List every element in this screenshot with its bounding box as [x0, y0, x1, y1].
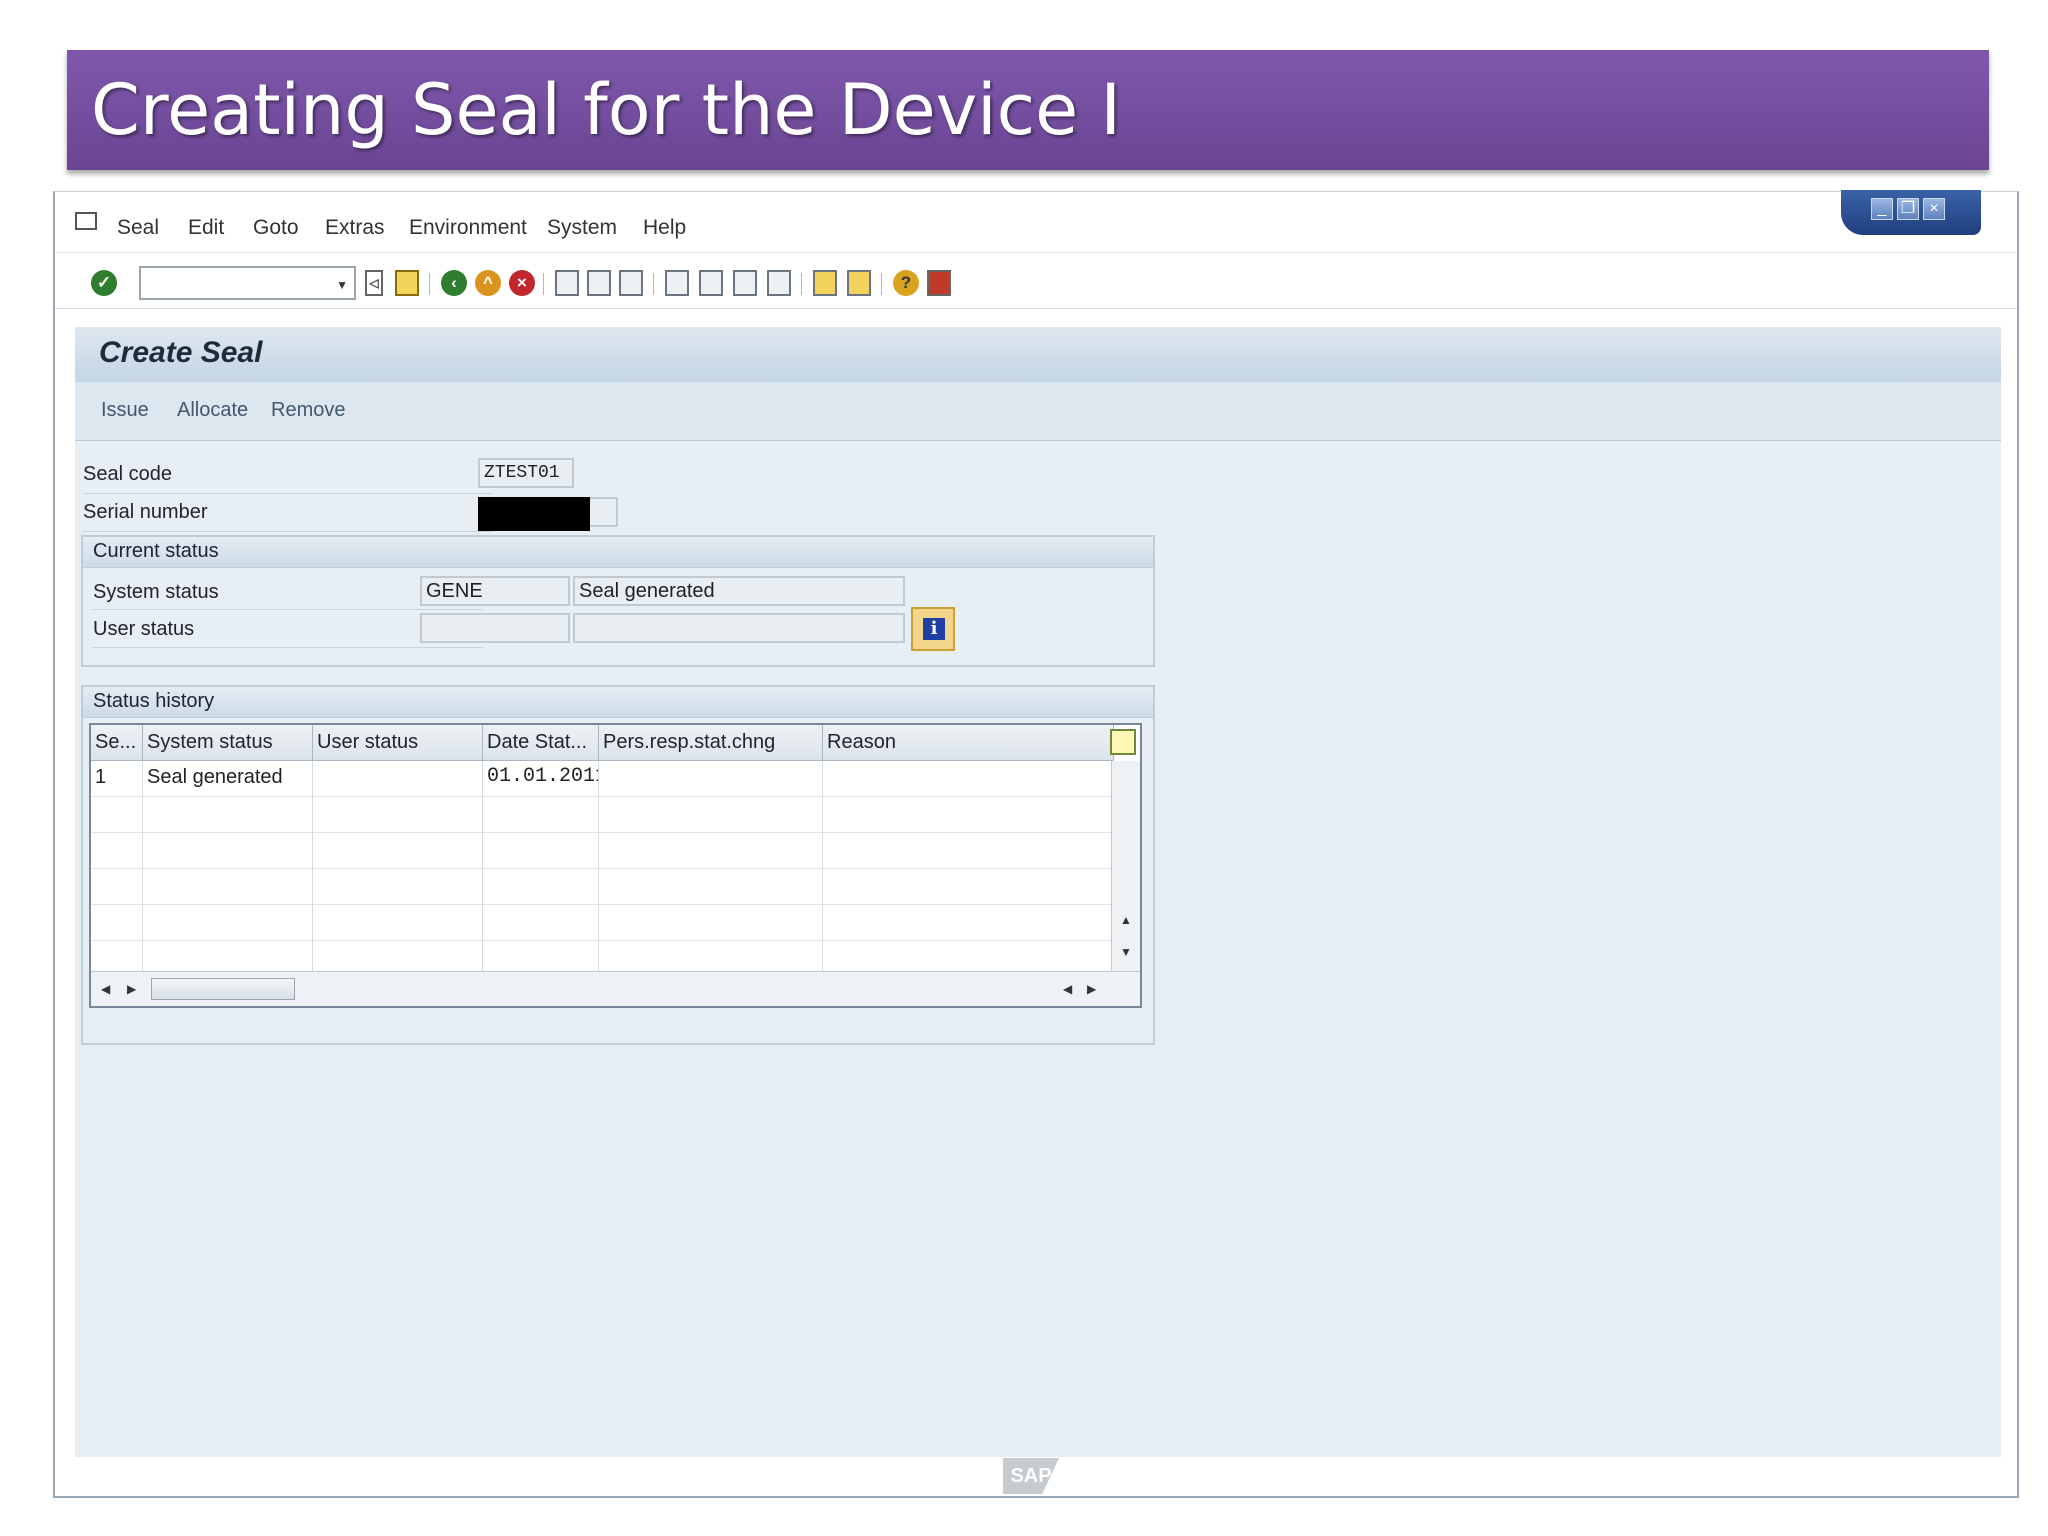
table-cell[interactable]: Seal generated [143, 761, 313, 797]
menu-edit[interactable]: Edit [188, 216, 224, 240]
scroll-down-icon[interactable]: ▼ [1120, 945, 1132, 959]
system-status-code-field[interactable]: GENE [420, 576, 570, 606]
current-status-group: Current status System status GENE Seal g… [81, 535, 1155, 667]
page-title: Create Seal [99, 336, 263, 369]
menu-bar: Seal Edit Goto Extras Environment System… [55, 192, 2017, 252]
col-header-reason[interactable]: Reason [823, 725, 1114, 761]
command-field[interactable]: ▼ [139, 266, 356, 300]
title-banner: Creating Seal for the Device I [67, 50, 1989, 170]
seal-code-label: Seal code [83, 463, 172, 485]
system-status-label: System status [93, 581, 219, 603]
table-cell[interactable] [313, 761, 483, 797]
table-cell[interactable]: 1 [91, 761, 143, 797]
scroll-left-icon[interactable]: ◀ [1063, 982, 1072, 996]
system-menu-icon[interactable] [75, 212, 97, 230]
last-page-icon[interactable] [767, 270, 791, 296]
back-icon[interactable]: ◁ [365, 270, 383, 296]
status-history-group: Status history Se... System status User … [81, 685, 1155, 1045]
info-icon: i [923, 618, 945, 640]
table-cell[interactable] [599, 761, 823, 797]
col-header-user-status[interactable]: User status [313, 725, 483, 761]
cancel-icon[interactable]: × [509, 270, 535, 296]
print-icon[interactable] [555, 270, 579, 296]
menu-help[interactable]: Help [643, 216, 686, 240]
find-icon[interactable] [587, 270, 611, 296]
menu-environment[interactable]: Environment [409, 216, 527, 240]
user-status-text-field[interactable] [573, 613, 905, 643]
horizontal-scrollbar[interactable]: ◀ ▶ ◀ ▶ [91, 971, 1140, 1006]
user-status-code-field[interactable] [420, 613, 570, 643]
banner-title: Creating Seal for the Device I [91, 69, 1122, 151]
scroll-up-icon[interactable]: ▲ [1120, 913, 1132, 927]
allocate-button[interactable]: Allocate [177, 399, 248, 422]
menu-system[interactable]: System [547, 216, 617, 240]
col-header-system-status[interactable]: System status [143, 725, 313, 761]
issue-button[interactable]: Issue [101, 399, 149, 422]
scroll-left-icon[interactable]: ◀ [101, 982, 110, 996]
col-header-person[interactable]: Pers.resp.stat.chng [599, 725, 823, 761]
shortcut-icon[interactable] [847, 270, 871, 296]
vertical-scrollbar[interactable]: ▲ ▼ [1111, 761, 1140, 971]
screen-area: Create Seal Issue Allocate Remove Seal c… [75, 327, 2001, 1457]
current-status-title: Current status [93, 540, 219, 562]
table-cell[interactable]: 01.01.2011 [483, 761, 599, 797]
menu-goto[interactable]: Goto [253, 216, 299, 240]
user-status-label: User status [93, 618, 195, 640]
sap-window: _ ❐ × Seal Edit Goto Extras Environment … [53, 190, 2019, 1498]
previous-page-icon[interactable] [699, 270, 723, 296]
first-page-icon[interactable] [665, 270, 689, 296]
serial-number-label: Serial number [83, 501, 208, 523]
chevron-down-icon[interactable]: ▼ [336, 278, 348, 292]
scroll-thumb[interactable] [151, 978, 295, 1000]
title-bar: Create Seal [75, 327, 2001, 382]
status-info-button[interactable]: i [911, 607, 955, 651]
find-next-icon[interactable] [619, 270, 643, 296]
column-config-icon[interactable] [1110, 729, 1136, 755]
create-session-icon[interactable] [813, 270, 837, 296]
table-cell[interactable] [823, 761, 1114, 797]
status-history-table: Se... System status User status Date Sta… [89, 723, 1142, 1008]
redaction-box [478, 497, 590, 531]
col-header-date[interactable]: Date Stat... [483, 725, 599, 761]
col-header-seq[interactable]: Se... [91, 725, 143, 761]
exit-icon[interactable]: ^ [475, 270, 501, 296]
status-history-title: Status history [93, 690, 215, 712]
standard-toolbar: ✓ ▼ ◁ ‹ ^ × ? [55, 252, 2017, 309]
save-icon[interactable] [395, 270, 419, 296]
remove-button[interactable]: Remove [271, 399, 345, 422]
scroll-right-icon[interactable]: ▶ [1087, 982, 1096, 996]
enter-icon[interactable]: ✓ [91, 270, 117, 296]
system-status-text-field[interactable]: Seal generated [573, 576, 905, 606]
next-page-icon[interactable] [733, 270, 757, 296]
help-icon[interactable]: ? [893, 270, 919, 296]
menu-seal[interactable]: Seal [117, 216, 159, 240]
back-nav-icon[interactable]: ‹ [441, 270, 467, 296]
seal-code-field[interactable]: ZTEST01 [478, 458, 574, 488]
scroll-right-icon[interactable]: ▶ [127, 982, 136, 996]
application-toolbar: Issue Allocate Remove [75, 382, 2001, 441]
menu-extras[interactable]: Extras [325, 216, 385, 240]
layout-icon[interactable] [927, 270, 951, 296]
